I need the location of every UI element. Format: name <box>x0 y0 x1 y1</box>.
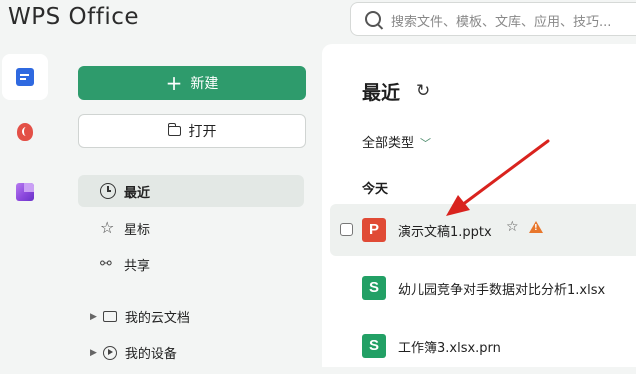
rail-pdf-button[interactable] <box>2 110 48 156</box>
file-name[interactable]: 幼儿园竞争对手数据对比分析1.xlsx <box>398 279 605 298</box>
nav-starred-label: 星标 <box>124 222 151 238</box>
file-row[interactable]: P 演示文稿1.pptx ☆ ! <box>330 204 636 256</box>
nav-shared-label: 共享 <box>124 258 151 274</box>
main-content: 最近 ↻ 全部类型 ﹀ 今天 P 演示文稿1.pptx ☆ ! S 幼儿园竞争对手… <box>322 44 636 367</box>
nav-shared[interactable]: ⚯ 共享 <box>78 248 304 280</box>
presentation-file-icon: P <box>362 218 386 242</box>
pdf-icon <box>17 123 33 141</box>
open-button[interactable]: 打开 <box>78 114 306 148</box>
page-title: 最近 <box>362 82 401 104</box>
group-header-today: 今天 <box>362 182 389 197</box>
app-rail <box>0 44 52 367</box>
expand-arrow-icon[interactable]: ▶ <box>90 348 97 358</box>
spreadsheet-file-icon: S <box>362 334 386 358</box>
new-button-label: 新建 <box>190 76 219 92</box>
expand-arrow-icon[interactable]: ▶ <box>90 312 97 322</box>
tree-cloud-docs-label: 我的云文档 <box>124 311 190 326</box>
file-row[interactable]: S 幼儿园竞争对手数据对比分析1.xlsx <box>330 262 636 314</box>
star-icon: ☆ <box>100 218 115 237</box>
sidebar: + 新建 打开 最近 ☆ 星标 ⚯ 共享 ▶ 我的云文档 ▶ 我的设备 <box>64 44 320 374</box>
warning-icon[interactable]: ! <box>529 221 543 233</box>
folder-icon <box>102 311 117 322</box>
refresh-icon[interactable]: ↻ <box>416 81 430 101</box>
search-input[interactable]: 搜索文件、模板、文库、应用、技巧... <box>391 11 611 30</box>
nav-recent-label: 最近 <box>124 185 151 201</box>
type-filter-dropdown[interactable]: 全部类型 ﹀ <box>362 132 431 151</box>
folder-open-icon <box>167 123 181 136</box>
share-icon: ⚯ <box>100 256 112 272</box>
spreadsheet-file-icon: S <box>362 276 386 300</box>
file-row[interactable]: S 工作簿3.xlsx.prn <box>330 320 636 372</box>
device-icon <box>102 345 117 360</box>
open-button-label: 打开 <box>188 124 217 140</box>
tree-cloud-docs[interactable]: ▶ 我的云文档 <box>90 307 190 326</box>
row-checkbox[interactable] <box>340 223 353 236</box>
nav-starred[interactable]: ☆ 星标 <box>78 212 304 244</box>
star-outline-icon[interactable]: ☆ <box>506 219 519 235</box>
tree-my-devices-label: 我的设备 <box>124 347 177 362</box>
chevron-down-icon: ﹀ <box>420 137 432 150</box>
tree-my-devices[interactable]: ▶ 我的设备 <box>90 343 177 362</box>
clock-icon <box>100 183 116 199</box>
new-button[interactable]: + 新建 <box>78 66 306 100</box>
search-icon <box>365 11 381 27</box>
plus-icon: + <box>165 71 183 95</box>
rail-apps-button[interactable] <box>2 170 48 216</box>
apps-icon <box>16 183 34 201</box>
search-box[interactable]: 搜索文件、模板、文库、应用、技巧... <box>350 2 636 36</box>
app-logo: WPS Office <box>8 4 140 30</box>
rail-documents-button[interactable] <box>2 54 48 100</box>
type-filter-label: 全部类型 <box>362 136 415 151</box>
nav-recent[interactable]: 最近 <box>78 175 304 207</box>
document-icon <box>16 68 34 86</box>
file-name[interactable]: 工作簿3.xlsx.prn <box>398 337 501 356</box>
file-name[interactable]: 演示文稿1.pptx <box>398 221 492 240</box>
